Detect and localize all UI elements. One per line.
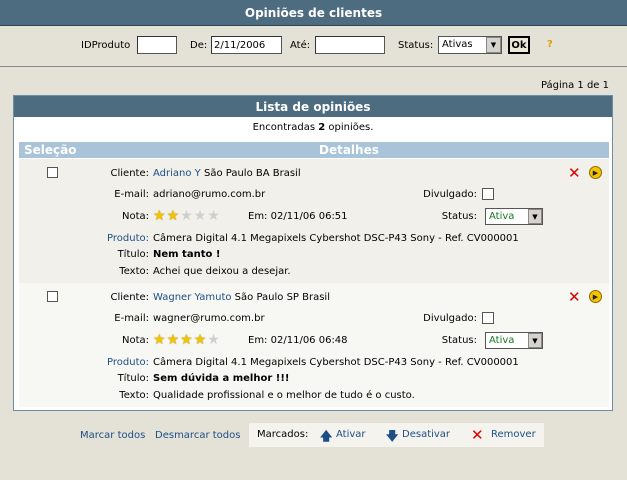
col-selection: Seleção — [24, 143, 77, 157]
idproduto-label: IDProduto — [81, 40, 131, 51]
arrow-up-icon[interactable]: 🡅 — [320, 427, 332, 448]
client-name-link[interactable]: Adriano Y — [153, 168, 201, 179]
de-label: De: — [190, 40, 208, 51]
idproduto-input[interactable] — [137, 36, 177, 54]
deactivate-link[interactable]: Desativar — [402, 429, 450, 440]
bulk-actions: Marcados: 🡅 Ativar 🡇 Desativar ✕ Remover — [249, 423, 544, 447]
divulgado-checkbox[interactable] — [482, 188, 494, 200]
star-icon: ★ — [153, 208, 166, 224]
review-item: Cliente: Adriano Y São Paulo BA Brasil ✕… — [19, 159, 609, 283]
star-icon: ★ — [166, 208, 180, 224]
client-info: Adriano Y São Paulo BA Brasil — [153, 168, 301, 179]
date-value: 02/11/06 06:48 — [270, 335, 348, 346]
remove-icon[interactable]: ✕ — [471, 426, 484, 444]
play-icon[interactable]: ▶ — [589, 166, 602, 179]
rating-label: Nota: — [121, 335, 149, 346]
delete-icon[interactable]: ✕ — [568, 166, 581, 181]
divulgado-label: Divulgado: — [423, 313, 477, 324]
review-status-select[interactable]: Ativa ▼ — [485, 332, 543, 349]
email-value: adriano@rumo.com.br — [153, 189, 266, 200]
review-item: Cliente: Wagner Yamuto São Paulo SP Bras… — [19, 283, 609, 407]
reviews-panel: Lista de opiniões Encontradas 2 opiniões… — [13, 95, 613, 411]
ok-button[interactable]: Ok — [508, 36, 530, 54]
status-label: Status: — [441, 335, 477, 346]
review-date: Em: 02/11/06 06:51 — [248, 211, 348, 222]
date-prefix: Em: — [248, 335, 268, 346]
star-icon: ★ — [153, 332, 166, 348]
text-label: Texto: — [119, 390, 149, 401]
star-icon: ★ — [180, 332, 193, 348]
client-label: Cliente: — [110, 168, 149, 179]
status-filter-select[interactable]: Ativas ▼ — [438, 36, 502, 54]
star-icon: ★ — [180, 208, 193, 224]
ate-label: Até: — [290, 40, 311, 51]
star-icon: ★ — [207, 332, 220, 348]
review-text: Achei que deixou a desejar. — [153, 266, 291, 277]
star-icon: ★ — [193, 332, 207, 348]
review-title: Nem tanto ! — [153, 249, 221, 260]
chevron-down-icon: ▼ — [528, 209, 542, 224]
star-icon: ★ — [193, 208, 207, 224]
play-icon[interactable]: ▶ — [589, 290, 602, 303]
page-title: Opiniões de clientes — [0, 0, 627, 26]
rating-label: Nota: — [121, 211, 149, 222]
email-value: wagner@rumo.com.br — [153, 313, 265, 324]
product-label-link[interactable]: Produto: — [89, 357, 149, 368]
arrow-down-icon[interactable]: 🡇 — [386, 427, 398, 448]
select-all-link[interactable]: Marcar todos — [80, 430, 145, 441]
col-details: Detalhes — [319, 143, 379, 157]
review-status-value: Ativa — [489, 335, 515, 346]
activate-link[interactable]: Ativar — [336, 429, 366, 440]
product-value: Câmera Digital 4.1 Megapixels Cybershot … — [153, 357, 519, 368]
chevron-down-icon: ▼ — [486, 37, 501, 53]
client-info: Wagner Yamuto São Paulo SP Brasil — [153, 292, 330, 303]
filter-bar: IDProduto De: Até: Status: Ativas ▼ Ok ? — [0, 36, 627, 56]
status-label: Status: — [441, 211, 477, 222]
pagination-info: Página 1 de 1 — [540, 80, 609, 91]
client-name-link[interactable]: Wagner Yamuto — [153, 292, 231, 303]
product-label-link[interactable]: Produto: — [89, 233, 149, 244]
client-label: Cliente: — [110, 292, 149, 303]
title-label: Título: — [117, 249, 149, 260]
review-status-select[interactable]: Ativa ▼ — [485, 208, 543, 225]
found-count-text: Encontradas 2 opiniões. — [14, 122, 612, 136]
remove-link[interactable]: Remover — [491, 429, 536, 440]
found-suffix: opiniões. — [325, 122, 374, 133]
review-status-value: Ativa — [489, 211, 515, 222]
client-location: São Paulo BA Brasil — [203, 168, 301, 179]
delete-icon[interactable]: ✕ — [568, 290, 581, 305]
review-select-checkbox[interactable] — [47, 167, 58, 178]
status-filter-label: Status: — [398, 40, 434, 51]
review-date: Em: 02/11/06 06:48 — [248, 335, 348, 346]
email-label: E-mail: — [114, 313, 149, 324]
divulgado-label: Divulgado: — [423, 189, 477, 200]
column-header: Seleção Detalhes — [19, 142, 609, 158]
title-label: Título: — [117, 373, 149, 384]
client-location: São Paulo SP Brasil — [234, 292, 330, 303]
date-from-input[interactable] — [211, 36, 282, 54]
date-to-input[interactable] — [315, 36, 385, 54]
chevron-down-icon: ▼ — [528, 333, 542, 348]
divider — [0, 66, 627, 67]
date-prefix: Em: — [248, 211, 268, 222]
rating-stars: ★ ★ ★ ★ ★ — [153, 332, 220, 348]
star-icon: ★ — [166, 332, 180, 348]
review-title: Sem dúvida a melhor !!! — [153, 373, 290, 384]
date-value: 02/11/06 06:51 — [270, 211, 348, 222]
review-text: Qualidade profissional e o melhor de tud… — [153, 390, 415, 401]
help-icon[interactable]: ? — [547, 39, 553, 50]
rating-stars: ★ ★ ★ ★ ★ — [153, 208, 220, 224]
found-prefix: Encontradas — [252, 122, 319, 133]
text-label: Texto: — [119, 266, 149, 277]
deselect-all-link[interactable]: Desmarcar todos — [155, 430, 240, 441]
marked-label: Marcados: — [257, 429, 309, 440]
product-value: Câmera Digital 4.1 Megapixels Cybershot … — [153, 233, 519, 244]
review-select-checkbox[interactable] — [47, 291, 58, 302]
panel-title: Lista de opiniões — [14, 96, 612, 117]
star-icon: ★ — [207, 208, 220, 224]
email-label: E-mail: — [114, 189, 149, 200]
divulgado-checkbox[interactable] — [482, 312, 494, 324]
status-filter-value: Ativas — [442, 39, 473, 50]
